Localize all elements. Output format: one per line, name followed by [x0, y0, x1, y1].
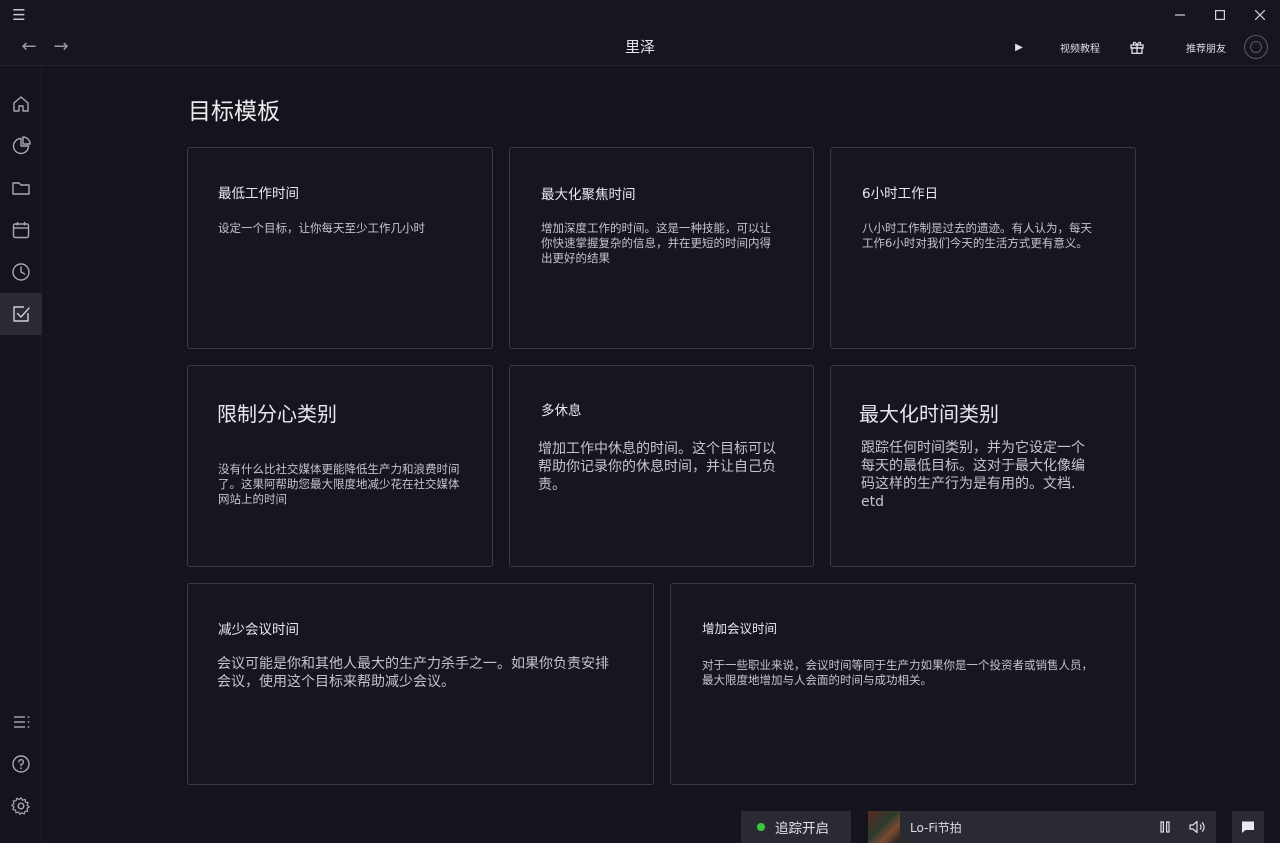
template-card-more-breaks[interactable]: 多休息 增加工作中休息的时间。这个目标可以帮助你记录你的休息时间，并让自己负责。: [509, 365, 814, 567]
pause-icon: [1160, 821, 1170, 833]
card-description: 八小时工作制是过去的遗迹。有人认为，每天工作6小时对我们今天的生活方式更有意义。: [862, 221, 1092, 250]
volume-button[interactable]: [1184, 814, 1210, 840]
checkbox-icon: [13, 306, 30, 322]
template-card-reduce-meetings[interactable]: 减少会议时间 会议可能是你和其他人最大的生产力杀手之一。如果你负责安排会议，使用…: [187, 583, 654, 785]
card-description: 增加深度工作的时间。这是一种技能，可以让你快速掌握复杂的信息，并在更短的时间内得…: [541, 221, 771, 265]
minimize-button[interactable]: [1160, 0, 1200, 30]
sidebar-item-timeline[interactable]: [0, 251, 42, 293]
help-icon: [12, 755, 30, 773]
chat-button[interactable]: [1232, 811, 1264, 843]
nav-actions: ▶ 视频教程 推荐朋友: [1006, 34, 1268, 60]
avatar[interactable]: [1244, 35, 1268, 59]
folder-icon: [12, 182, 30, 195]
calendar-icon: [12, 222, 30, 239]
sidebar-item-projects[interactable]: [0, 167, 42, 209]
sidebar-item-reports[interactable]: [0, 125, 42, 167]
music-player: Lo-Fi节拍: [868, 811, 1216, 843]
hamburger-menu-icon[interactable]: ☰: [8, 5, 30, 25]
app-title: 里泽: [624, 38, 655, 56]
template-card-max-focus-time[interactable]: 最大化聚焦时间 增加深度工作的时间。这是一种技能，可以让你快速掌握复杂的信息，并…: [509, 147, 814, 349]
card-description: 没有什么比社交媒体更能降低生产力和浪费时间了。这果阿帮助您最大限度地减少花在社交…: [218, 462, 460, 506]
card-title: 限制分心类别: [217, 402, 337, 426]
sidebar-item-goals[interactable]: [0, 293, 42, 335]
card-title: 最大化时间类别: [859, 402, 999, 426]
title-bar: ☰: [0, 0, 1280, 30]
sidebar-item-calendar[interactable]: [0, 209, 42, 251]
card-description: 跟踪任何时间类别，并为它设定一个每天的最低目标。这对于最大化像编码这样的生产行为…: [861, 440, 1085, 510]
arrow-left-icon[interactable]: ←: [16, 34, 42, 60]
card-description: 设定一个目标，让你每天至少工作几小时: [218, 221, 425, 235]
card-description: 会议可能是你和其他人最大的生产力杀手之一。如果你负责安排会议，使用这个目标来帮助…: [217, 656, 609, 690]
tracking-toggle[interactable]: 追踪开启: [741, 811, 851, 843]
sidebar-item-settings[interactable]: [0, 785, 42, 827]
maximize-button[interactable]: [1200, 0, 1240, 30]
clock-icon: [12, 263, 30, 281]
close-button[interactable]: [1240, 0, 1280, 30]
album-art: [868, 811, 900, 843]
card-title: 多休息: [541, 403, 582, 419]
card-title: 增加会议时间: [702, 621, 778, 636]
card-title: 最大化聚焦时间: [541, 187, 636, 203]
template-card-increase-meetings[interactable]: 增加会议时间 对于一些职业来说，会议时间等同于生产力如果你是一个投资者或销售人员…: [670, 583, 1136, 785]
tracking-label: 追踪开启: [775, 821, 829, 837]
volume-icon: [1189, 820, 1205, 834]
arrow-right-icon[interactable]: →: [48, 34, 74, 60]
tracking-status-dot: [757, 823, 765, 831]
recommend-friend-link[interactable]: 推荐朋友: [1186, 40, 1226, 55]
home-icon: [13, 96, 29, 112]
card-description: 对于一些职业来说，会议时间等同于生产力如果你是一个投资者或销售人员，最大限度地增…: [702, 658, 1093, 687]
pie-chart-icon: [12, 136, 31, 155]
window-controls: [1160, 0, 1280, 30]
template-card-max-time-category[interactable]: 最大化时间类别 跟踪任何时间类别，并为它设定一个每天的最低目标。这对于最大化像编…: [830, 365, 1136, 567]
card-description: 增加工作中休息的时间。这个目标可以帮助你记录你的休息时间，并让自己负责。: [538, 441, 776, 493]
card-title: 最低工作时间: [218, 186, 299, 202]
page-title: 目标模板: [188, 99, 280, 125]
video-tutorial-link[interactable]: 视频教程: [1060, 40, 1100, 55]
nav-bar: ← → 里泽 ▶ 视频教程 推荐朋友: [0, 30, 1280, 66]
sidebar-item-list[interactable]: [0, 701, 42, 743]
sidebar: [0, 66, 42, 843]
template-card-min-work-time[interactable]: 最低工作时间 设定一个目标，让你每天至少工作几小时: [187, 147, 493, 349]
card-title: 6小时工作日: [862, 186, 939, 202]
gift-icon[interactable]: [1124, 34, 1150, 60]
sidebar-item-help[interactable]: [0, 743, 42, 785]
pause-button[interactable]: [1152, 814, 1178, 840]
list-icon: [14, 716, 30, 728]
template-card-6-hour-day[interactable]: 6小时工作日 八小时工作制是过去的遗迹。有人认为，每天工作6小时对我们今天的生活…: [830, 147, 1136, 349]
template-card-limit-distraction[interactable]: 限制分心类别 没有什么比社交媒体更能降低生产力和浪费时间了。这果阿帮助您最大限度…: [187, 365, 493, 567]
sidebar-item-home[interactable]: [0, 83, 42, 125]
card-title: 减少会议时间: [218, 622, 299, 638]
settings-icon: [11, 797, 30, 815]
chat-icon: [1242, 821, 1254, 833]
track-name: Lo-Fi节拍: [910, 820, 962, 835]
play-icon[interactable]: ▶: [1006, 34, 1032, 60]
